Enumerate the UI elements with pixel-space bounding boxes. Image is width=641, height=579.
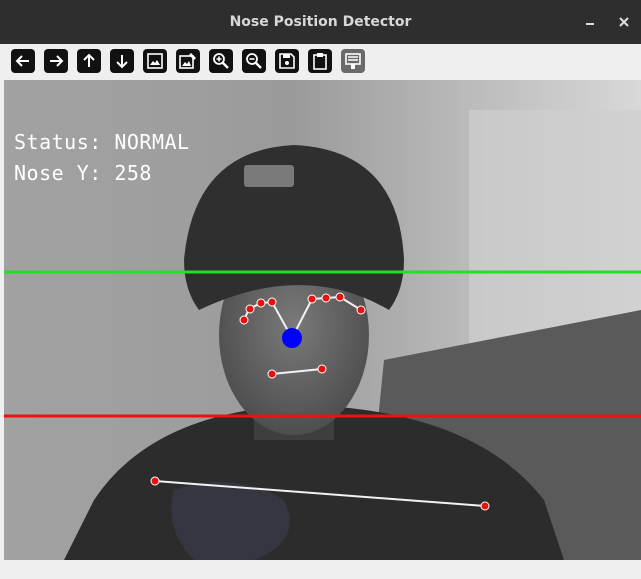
- zoom-fit-button[interactable]: [143, 49, 167, 73]
- right-eye-line: [291, 295, 362, 339]
- arrow-down-icon: [116, 55, 128, 69]
- copy-to-clipboard-button[interactable]: [308, 49, 332, 73]
- zoom-in-button[interactable]: [209, 49, 233, 73]
- arrow-right-icon: [50, 55, 64, 67]
- close-button[interactable]: [612, 10, 636, 34]
- pan-left-button[interactable]: [11, 49, 35, 73]
- close-icon: [619, 17, 629, 27]
- toolbar: [0, 44, 641, 78]
- landmark-point: [307, 294, 317, 304]
- landmark-point: [245, 304, 255, 314]
- landmark-point: [256, 298, 266, 308]
- status-text: Status: NORMAL: [14, 130, 190, 154]
- properties-icon: [345, 53, 361, 69]
- zoom-out-button[interactable]: [242, 49, 266, 73]
- nose-y-text: Nose Y: 258: [14, 161, 152, 185]
- landmark-point: [267, 297, 277, 307]
- landmark-points: [150, 292, 490, 511]
- landmark-point: [356, 305, 366, 315]
- title-bar[interactable]: Nose Position Detector: [0, 0, 641, 44]
- landmark-point: [150, 476, 160, 486]
- zoom-out-icon: [246, 53, 262, 69]
- zoom-in-icon: [213, 53, 229, 69]
- arrow-up-icon: [83, 53, 95, 67]
- face-skeleton: [154, 295, 486, 507]
- nose-marker: [282, 328, 302, 348]
- shoulder-line: [154, 480, 486, 507]
- image-icon: [147, 53, 163, 69]
- save-button[interactable]: [275, 49, 299, 73]
- status-bar: [0, 560, 641, 579]
- zoom-region-button[interactable]: [176, 49, 200, 73]
- landmark-point: [267, 369, 277, 379]
- properties-button[interactable]: [341, 49, 365, 73]
- image-edit-icon: [179, 53, 196, 69]
- minimize-icon: [586, 23, 594, 25]
- pan-down-button[interactable]: [110, 49, 134, 73]
- landmark-point: [480, 501, 490, 511]
- app-window: Nose Position Detector Status: NORMAL No…: [0, 0, 641, 579]
- landmark-point: [321, 293, 331, 303]
- window-title: Nose Position Detector: [229, 14, 412, 30]
- pan-up-button[interactable]: [77, 49, 101, 73]
- save-icon: [279, 53, 295, 69]
- arrow-left-icon: [15, 55, 29, 67]
- landmark-point: [239, 315, 249, 325]
- camera-view[interactable]: Status: NORMAL Nose Y: 258: [4, 80, 641, 560]
- landmark-point: [335, 292, 345, 302]
- minimize-button[interactable]: [578, 10, 602, 34]
- clipboard-icon: [313, 53, 327, 70]
- landmark-point: [317, 364, 327, 374]
- mouth-line: [271, 368, 323, 375]
- pan-right-button[interactable]: [44, 49, 68, 73]
